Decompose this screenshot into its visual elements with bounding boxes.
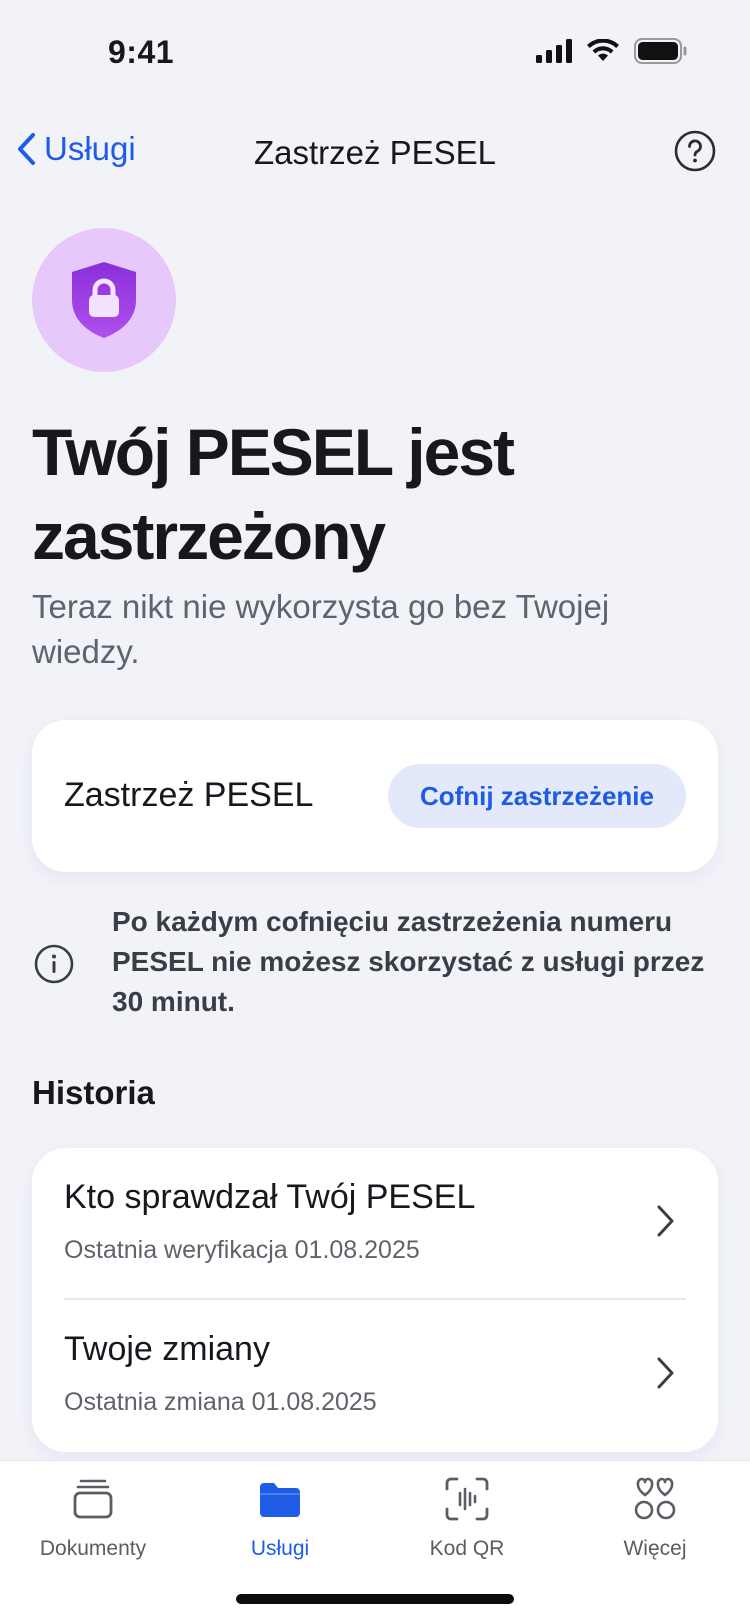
cellular-signal-icon: [536, 39, 572, 63]
tab-label: Dokumenty: [39, 1537, 147, 1560]
qr-scan-icon: [445, 1477, 489, 1521]
shield-lock-badge: [32, 228, 176, 372]
history-item-your-changes[interactable]: Twoje zmiany Ostatnia zmiana 01.08.2025: [32, 1300, 718, 1452]
battery-icon: [634, 38, 687, 64]
revoke-restriction-button[interactable]: Cofnij zastrzeżenie: [387, 764, 686, 828]
pesel-restriction-card: Zastrzeż PESEL Cofnij zastrzeżenie: [32, 720, 718, 872]
restriction-label: Zastrzeż PESEL: [64, 776, 314, 814]
tab-label: Usługi: [250, 1537, 310, 1560]
history-item-who-checked[interactable]: Kto sprawdzał Twój PESEL Ostatnia weryfi…: [32, 1148, 718, 1300]
list-item-subtitle: Ostatnia weryfikacja 01.08.2025: [64, 1236, 420, 1264]
info-text: Po każdym cofnięciu zastrzeżenia numeru …: [112, 906, 705, 1017]
info-icon: [34, 944, 74, 984]
more-grid-icon: [634, 1477, 676, 1520]
folder-icon: [260, 1483, 300, 1517]
chevron-right-icon: [657, 1357, 674, 1389]
history-card: Kto sprawdzał Twój PESEL Ostatnia weryfi…: [32, 1148, 718, 1452]
wifi-icon: [587, 39, 619, 61]
status-time: 9:41: [108, 34, 175, 70]
status-icons: [536, 38, 688, 64]
help-icon[interactable]: [674, 130, 716, 172]
shield-lock-icon: [72, 262, 136, 338]
chevron-right-icon: [657, 1205, 674, 1237]
hero-subtitle: Teraz nikt nie wykorzysta go bez Twojej …: [32, 588, 610, 670]
list-item-title: Kto sprawdzał Twój PESEL: [64, 1178, 476, 1216]
home-indicator[interactable]: [236, 1594, 514, 1604]
tab-uslugi[interactable]: Usługi: [190, 1475, 370, 1561]
status-bar: 9:41: [0, 0, 750, 100]
history-section-title: Historia: [32, 1074, 155, 1111]
list-item-title: Twoje zmiany: [64, 1330, 270, 1368]
hero-title: Twój PESEL jest zastrzeżony: [32, 415, 515, 573]
page-title: Zastrzeż PESEL: [253, 134, 497, 171]
tab-kod-qr[interactable]: Kod QR: [377, 1475, 557, 1561]
list-item-subtitle: Ostatnia zmiana 01.08.2025: [64, 1388, 377, 1416]
navigation-bar: Usługi Zastrzeż PESEL: [0, 120, 750, 184]
cards-stack-icon: [73, 1479, 113, 1519]
tab-label: Kod QR: [429, 1537, 505, 1560]
tab-label: Więcej: [623, 1537, 687, 1560]
tab-wiecej[interactable]: Więcej: [565, 1475, 745, 1561]
tab-dokumenty[interactable]: Dokumenty: [3, 1475, 183, 1561]
